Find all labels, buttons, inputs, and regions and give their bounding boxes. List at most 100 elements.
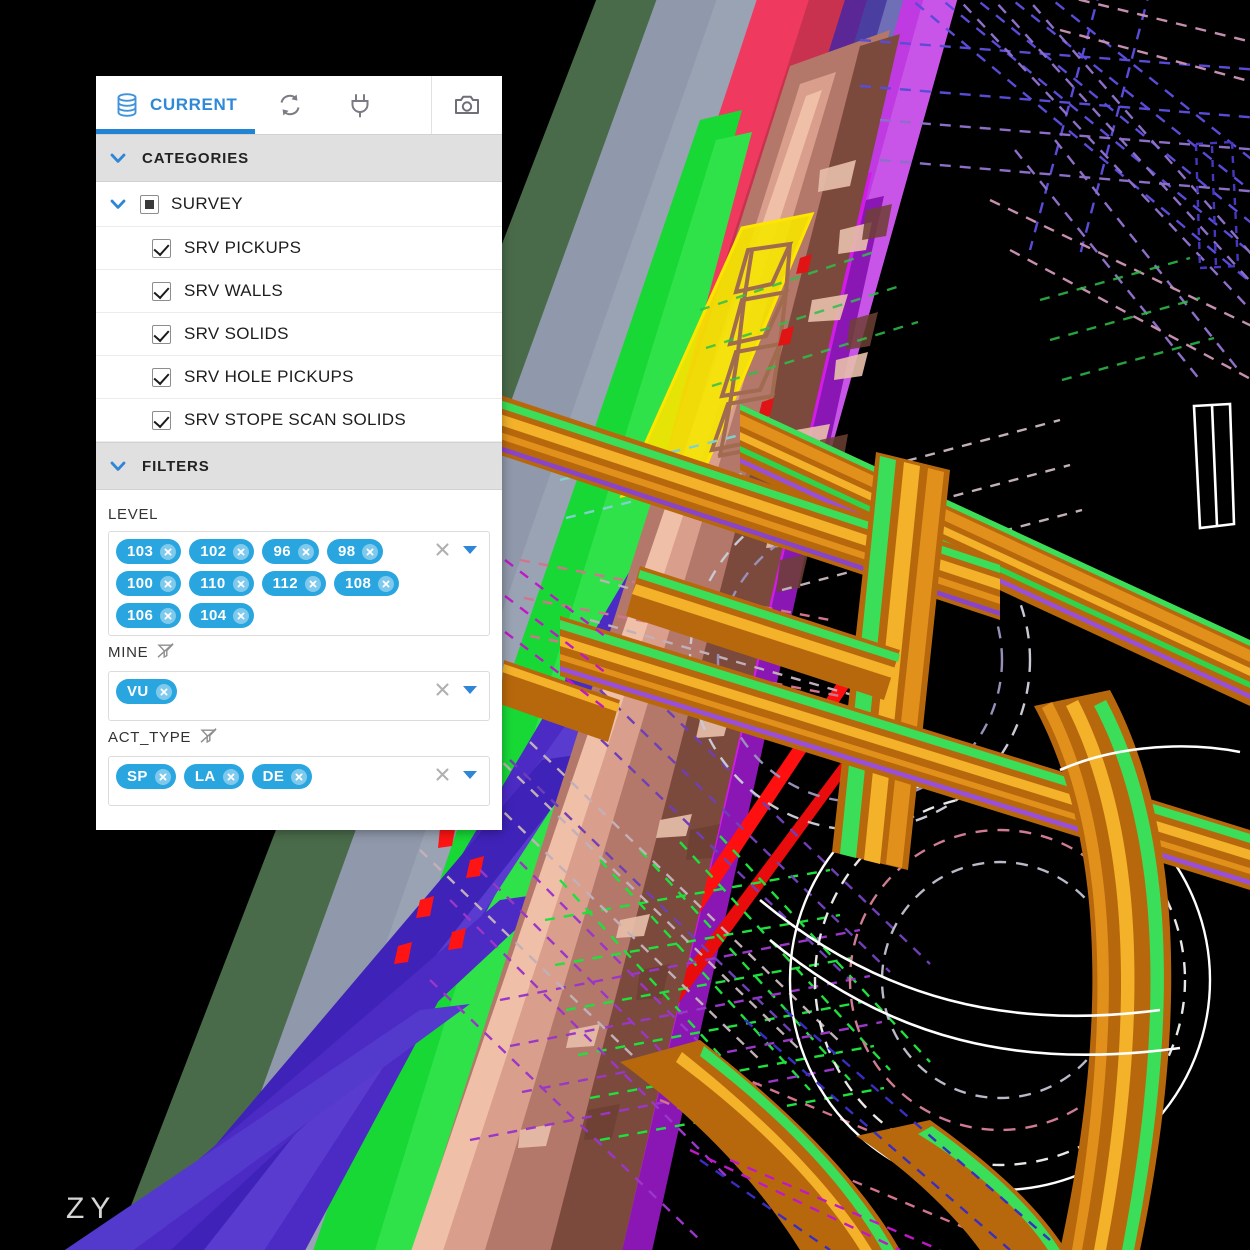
filter-label-text: ACT_TYPE (108, 729, 192, 746)
checkbox-srv-hole-pickups[interactable] (152, 367, 171, 387)
chip-remove-icon[interactable] (362, 543, 379, 560)
chip-label: 98 (337, 543, 356, 560)
filters-body: LEVEL 103 102 96 98 100 110 112 108 106 … (96, 490, 502, 830)
chip-label: SP (127, 768, 148, 785)
checkbox-srv-pickups[interactable] (152, 238, 171, 258)
category-item-label: SRV STOPE SCAN SOLIDS (184, 410, 407, 429)
category-item-label: SRV WALLS (184, 281, 284, 300)
panel-tabbar: CURRENT (96, 76, 502, 134)
category-group-survey[interactable]: SURVEY (96, 182, 502, 227)
chip-remove-icon[interactable] (160, 543, 177, 560)
camera-icon (454, 94, 480, 116)
checkbox-survey-group[interactable] (140, 194, 159, 214)
tab-current[interactable]: CURRENT (96, 76, 256, 134)
chevron-down-icon (108, 194, 128, 214)
chip-label: 112 (272, 575, 299, 592)
chip-remove-icon[interactable] (305, 575, 322, 592)
chip-list-mine: VU (116, 679, 424, 704)
chip-remove-icon[interactable] (297, 543, 314, 560)
section-header-categories[interactable]: CATEGORIES (96, 134, 502, 182)
chip-remove-icon[interactable] (378, 575, 395, 592)
checkbox-srv-stope-scan-solids[interactable] (152, 410, 171, 430)
checkbox-srv-walls[interactable] (152, 281, 171, 301)
filter-label-level: LEVEL (108, 506, 490, 523)
chevron-down-icon (108, 148, 128, 168)
chip-list-level: 103 102 96 98 100 110 112 108 106 104 (116, 539, 424, 628)
category-item-label: SRV SOLIDS (184, 324, 289, 343)
filter-controls-level (424, 539, 483, 558)
chip-act-type[interactable]: SP (116, 764, 176, 789)
chip-level[interactable]: 96 (262, 539, 319, 564)
chip-level[interactable]: 98 (326, 539, 384, 564)
chip-label: VU (127, 683, 149, 700)
chip-level[interactable]: 108 (334, 571, 400, 596)
filter-off-icon[interactable] (157, 642, 174, 663)
chip-label: 108 (345, 575, 372, 592)
filter-field-act-type[interactable]: SP LA DE (108, 756, 490, 806)
chip-act-type[interactable]: LA (183, 764, 244, 789)
chip-label: 102 (200, 543, 227, 560)
tab-refresh[interactable] (255, 76, 325, 134)
chip-remove-icon[interactable] (160, 607, 177, 624)
chevron-down-icon[interactable] (463, 545, 477, 554)
chip-list-act-type: SP LA DE (116, 764, 424, 789)
tab-snapshot[interactable] (431, 76, 502, 134)
checkbox-srv-solids[interactable] (152, 324, 171, 344)
chip-remove-icon[interactable] (154, 768, 171, 785)
section-title-filters: FILTERS (142, 457, 210, 475)
plug-icon (348, 92, 372, 118)
chevron-down-icon[interactable] (463, 770, 477, 779)
filter-label-mine: MINE (108, 642, 490, 663)
chip-level[interactable]: 106 (116, 603, 182, 628)
tab-current-label: CURRENT (150, 95, 238, 114)
chip-level[interactable]: 112 (261, 571, 327, 596)
category-item-srv-solids[interactable]: SRV SOLIDS (96, 313, 502, 356)
chip-label: 104 (200, 607, 227, 624)
chip-level[interactable]: 110 (189, 571, 254, 596)
section-title-categories: CATEGORIES (142, 149, 250, 167)
section-header-filters[interactable]: FILTERS (96, 442, 502, 490)
chip-remove-icon[interactable] (222, 768, 239, 785)
filter-field-mine[interactable]: VU (108, 671, 490, 721)
chip-remove-icon[interactable] (233, 607, 250, 624)
refresh-icon (277, 92, 303, 118)
category-item-label: SRV PICKUPS (184, 238, 302, 257)
filter-label-act-type: ACT_TYPE (108, 727, 490, 748)
clear-icon[interactable] (434, 681, 451, 698)
filter-off-icon[interactable] (200, 727, 217, 748)
chip-level[interactable]: 100 (116, 571, 182, 596)
tab-connect[interactable] (325, 76, 395, 134)
chip-label: 100 (127, 575, 154, 592)
chip-label: 103 (127, 543, 154, 560)
chip-remove-icon[interactable] (160, 575, 177, 592)
chip-remove-icon[interactable] (232, 575, 249, 592)
category-item-srv-stope-scan-solids[interactable]: SRV STOPE SCAN SOLIDS (96, 399, 502, 442)
chevron-down-icon[interactable] (463, 685, 477, 694)
chip-remove-icon[interactable] (233, 543, 250, 560)
chip-remove-icon[interactable] (291, 768, 308, 785)
filter-label-text: MINE (108, 644, 149, 661)
chip-act-type[interactable]: DE (251, 764, 313, 789)
chip-label: 106 (127, 607, 154, 624)
data-panel: CURRENT CATEGORIES SURVEY SRV PICKUPS SR… (96, 76, 502, 830)
category-group-label: SURVEY (171, 194, 244, 213)
chip-level[interactable]: 102 (189, 539, 255, 564)
chip-level[interactable]: 104 (189, 603, 255, 628)
category-item-srv-hole-pickups[interactable]: SRV HOLE PICKUPS (96, 356, 502, 399)
filter-field-level[interactable]: 103 102 96 98 100 110 112 108 106 104 (108, 531, 490, 636)
tabbar-spacer (395, 76, 431, 134)
clear-icon[interactable] (434, 541, 451, 558)
chip-remove-icon[interactable] (155, 683, 172, 700)
chip-mine[interactable]: VU (116, 679, 177, 704)
filter-label-text: LEVEL (108, 506, 159, 523)
chevron-down-icon (108, 456, 128, 476)
chip-label: DE (262, 768, 285, 785)
category-item-srv-pickups[interactable]: SRV PICKUPS (96, 227, 502, 270)
clear-icon[interactable] (434, 766, 451, 783)
filter-controls-act-type (424, 764, 483, 783)
chip-level[interactable]: 103 (116, 539, 182, 564)
chip-label: 96 (273, 543, 291, 560)
category-item-srv-walls[interactable]: SRV WALLS (96, 270, 502, 313)
chip-label: 110 (200, 575, 226, 592)
chip-label: LA (194, 768, 216, 785)
